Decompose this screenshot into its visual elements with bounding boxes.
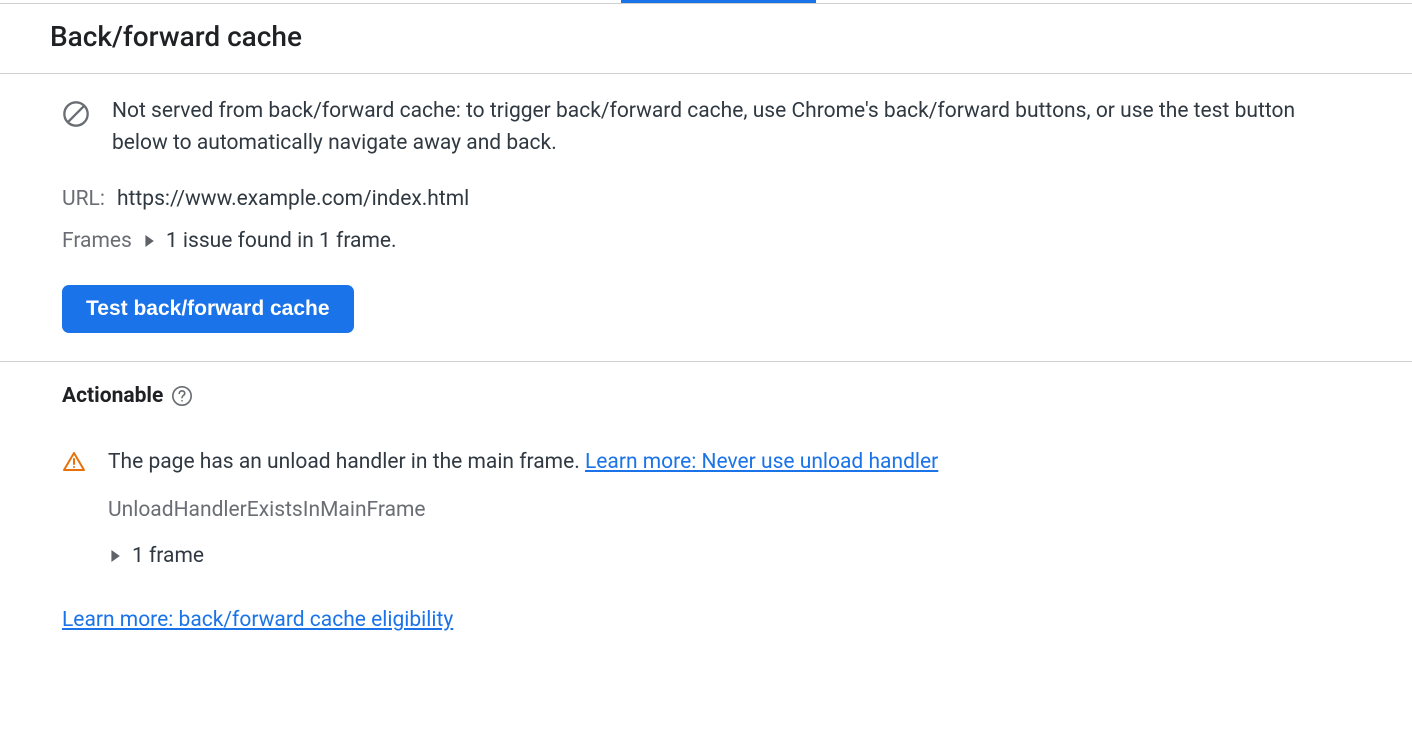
test-bfcache-button[interactable]: Test back/forward cache — [62, 285, 354, 333]
status-message: Not served from back/forward cache: to t… — [112, 96, 1350, 159]
issue-message: The page has an unload handler in the ma… — [108, 450, 585, 474]
expand-right-icon[interactable] — [142, 234, 156, 248]
url-row: URL: https://www.example.com/index.html — [62, 187, 1350, 211]
footer-learn-more: Learn more: back/forward cache eligibili… — [62, 608, 1350, 632]
expand-right-icon[interactable] — [108, 549, 122, 563]
issue-row: The page has an unload handler in the ma… — [62, 450, 1350, 474]
panel-title: Back/forward cache — [50, 20, 1362, 53]
status-row: Not served from back/forward cache: to t… — [62, 96, 1350, 159]
help-icon[interactable] — [171, 385, 193, 407]
actionable-section: Actionable The page has an unload handle… — [0, 362, 1412, 662]
issue-learn-more-link[interactable]: Learn more: Never use unload handler — [585, 450, 938, 474]
not-cached-icon — [62, 100, 90, 128]
warning-icon — [62, 450, 86, 474]
actionable-title: Actionable — [62, 384, 163, 408]
frames-row[interactable]: Frames 1 issue found in 1 frame. — [62, 229, 1350, 253]
frame-count-row[interactable]: 1 frame — [108, 544, 1350, 568]
url-label: URL: — [62, 187, 105, 211]
bfcache-eligibility-link[interactable]: Learn more: back/forward cache eligibili… — [62, 608, 453, 632]
actionable-header: Actionable — [62, 384, 1350, 408]
url-value: https://www.example.com/index.html — [117, 187, 469, 211]
issue-reason-code: UnloadHandlerExistsInMainFrame — [108, 498, 1350, 522]
frames-label: Frames — [62, 229, 132, 253]
main-section: Not served from back/forward cache: to t… — [0, 74, 1412, 361]
frames-summary: 1 issue found in 1 frame. — [166, 229, 397, 253]
issue-text: The page has an unload handler in the ma… — [108, 450, 938, 474]
panel-header: Back/forward cache — [0, 4, 1412, 73]
frame-count: 1 frame — [132, 544, 204, 568]
